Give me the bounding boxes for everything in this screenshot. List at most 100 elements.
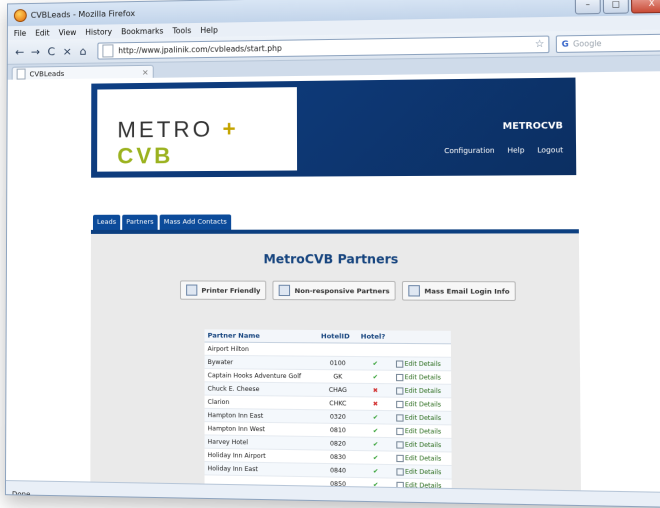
home-button[interactable]: ⌂ <box>75 44 91 57</box>
site-logo[interactable]: METRO + CVB <box>117 116 297 170</box>
logo-plus: + <box>222 116 239 142</box>
hotel-id: 0320 <box>318 409 358 424</box>
hotel-id: 0830 <box>318 449 359 465</box>
menu-history[interactable]: History <box>85 27 112 36</box>
document-icon <box>279 284 291 297</box>
edit-details-link[interactable]: Edit Details <box>392 383 452 398</box>
tab-page-icon <box>16 68 26 80</box>
hotel-id: 0810 <box>318 423 358 438</box>
tab-leads[interactable]: Leads <box>92 214 121 230</box>
logo-metro: METRO <box>117 116 214 143</box>
partners-table: Partner Name HotelID Hotel? Airport Hilt… <box>204 329 452 493</box>
search-placeholder[interactable]: Google <box>573 38 602 48</box>
tab-partners[interactable]: Partners <box>122 214 158 230</box>
hotel-flag: ✖ <box>357 396 394 411</box>
mass-email-button[interactable]: Mass Email Login Info <box>402 280 517 302</box>
google-icon[interactable]: G <box>562 39 569 48</box>
edit-details-label: Edit Details <box>404 467 442 476</box>
partner-name: Captain Hooks Adventure Golf <box>204 368 318 383</box>
edit-details-link[interactable]: Edit Details <box>393 424 452 439</box>
tab-mass-add-contacts[interactable]: Mass Add Contacts <box>159 214 231 230</box>
edit-icon <box>396 427 404 435</box>
edit-icon <box>396 400 404 408</box>
hotel-flag <box>357 343 393 357</box>
edit-details-link[interactable]: Edit Details <box>393 451 452 466</box>
edit-details-link[interactable] <box>392 343 452 358</box>
edit-details-link[interactable]: Edit Details <box>392 370 452 385</box>
menu-tools[interactable]: Tools <box>173 26 192 35</box>
edit-details-link[interactable]: Edit Details <box>393 410 452 425</box>
nav-configuration[interactable]: Configuration <box>444 147 494 156</box>
partners-panel: MetroCVB Partners Printer Friendly Non-r… <box>90 229 582 493</box>
hotel-flag: ✔ <box>358 464 394 479</box>
partner-name: Bywater <box>204 355 318 370</box>
edit-details-link[interactable]: Edit Details <box>393 437 452 452</box>
edit-details-label: Edit Details <box>404 360 441 368</box>
col-hotel[interactable]: Hotel? <box>357 330 393 344</box>
tab-label: CVBLeads <box>29 69 65 78</box>
maximize-button[interactable]: □ <box>602 0 629 14</box>
page-icon <box>102 43 114 58</box>
nav-logout[interactable]: Logout <box>537 146 563 154</box>
page-content: METRO + CVB METROCVB Configuration Help … <box>6 71 660 493</box>
minimize-button[interactable]: – <box>574 0 601 14</box>
status-text: Done <box>11 490 31 499</box>
non-responsive-label: Non-responsive Partners <box>294 286 390 295</box>
hotel-flag: ✔ <box>357 450 394 465</box>
partner-name: Clarion <box>204 395 319 410</box>
logo-box: METRO + CVB <box>97 87 298 172</box>
bookmark-star-icon[interactable]: ☆ <box>535 38 545 49</box>
url-text[interactable]: http://www.jpalinik.com/cvbleads/start.p… <box>118 39 535 55</box>
stop-button[interactable]: × <box>59 44 75 58</box>
col-actions <box>392 330 451 344</box>
hotel-id: 0840 <box>318 463 359 478</box>
edit-icon <box>395 359 404 368</box>
edit-details-label: Edit Details <box>404 413 442 422</box>
edit-details-link[interactable]: Edit Details <box>392 397 452 412</box>
menu-file[interactable]: File <box>14 28 26 37</box>
col-partner-name[interactable]: Partner Name <box>204 329 318 343</box>
edit-icon <box>396 454 404 462</box>
edit-details-label: Edit Details <box>404 427 442 436</box>
hotel-id: GK <box>317 369 358 384</box>
menu-bookmarks[interactable]: Bookmarks <box>121 26 163 36</box>
header-nav: Configuration Help Logout <box>444 146 563 155</box>
reload-button[interactable]: C <box>43 45 59 58</box>
menu-view[interactable]: View <box>59 28 77 37</box>
browser-window: CVBLeads - Mozilla Firefox – □ X File Ed… <box>4 0 660 508</box>
forward-button[interactable]: → <box>28 45 44 58</box>
search-box[interactable]: G Google <box>556 32 660 53</box>
page-tabs: Leads Partners Mass Add Contacts <box>92 214 231 230</box>
hotel-flag: ✔ <box>357 423 394 438</box>
hotel-flag: ✔ <box>357 437 394 452</box>
edit-icon <box>396 467 404 476</box>
partner-name: Airport Hilton <box>204 342 318 357</box>
hotel-id: 0820 <box>318 436 358 451</box>
edit-details-label: Edit Details <box>404 440 442 449</box>
non-responsive-partners-button[interactable]: Non-responsive Partners <box>272 280 396 301</box>
hotel-flag: ✔ <box>357 356 393 371</box>
printer-icon <box>186 284 198 296</box>
menu-edit[interactable]: Edit <box>35 28 49 37</box>
nav-help[interactable]: Help <box>507 146 524 154</box>
back-button[interactable]: ← <box>12 45 28 58</box>
mass-email-label: Mass Email Login Info <box>424 286 510 296</box>
printer-friendly-button[interactable]: Printer Friendly <box>179 280 267 301</box>
edit-details-label: Edit Details <box>404 373 441 382</box>
edit-icon <box>396 373 404 381</box>
site-header: METRO + CVB METROCVB Configuration Help … <box>91 77 577 178</box>
tab-close-icon[interactable]: × <box>142 68 149 77</box>
action-buttons: Printer Friendly Non-responsive Partners… <box>179 280 517 302</box>
page-title: MetroCVB Partners <box>263 252 399 267</box>
logo-cvb: CVB <box>117 142 174 169</box>
brand-name: METROCVB <box>502 121 563 133</box>
hotel-id <box>317 342 358 357</box>
address-bar[interactable]: http://www.jpalinik.com/cvbleads/start.p… <box>97 35 550 60</box>
edit-icon <box>396 440 404 449</box>
close-button[interactable]: X <box>630 0 660 13</box>
edit-details-link[interactable]: Edit Details <box>393 464 452 480</box>
edit-details-link[interactable]: Edit Details <box>392 356 452 371</box>
menu-help[interactable]: Help <box>200 25 217 34</box>
edit-details-label: Edit Details <box>404 454 442 463</box>
col-hotel-id[interactable]: HotelID <box>317 330 358 344</box>
